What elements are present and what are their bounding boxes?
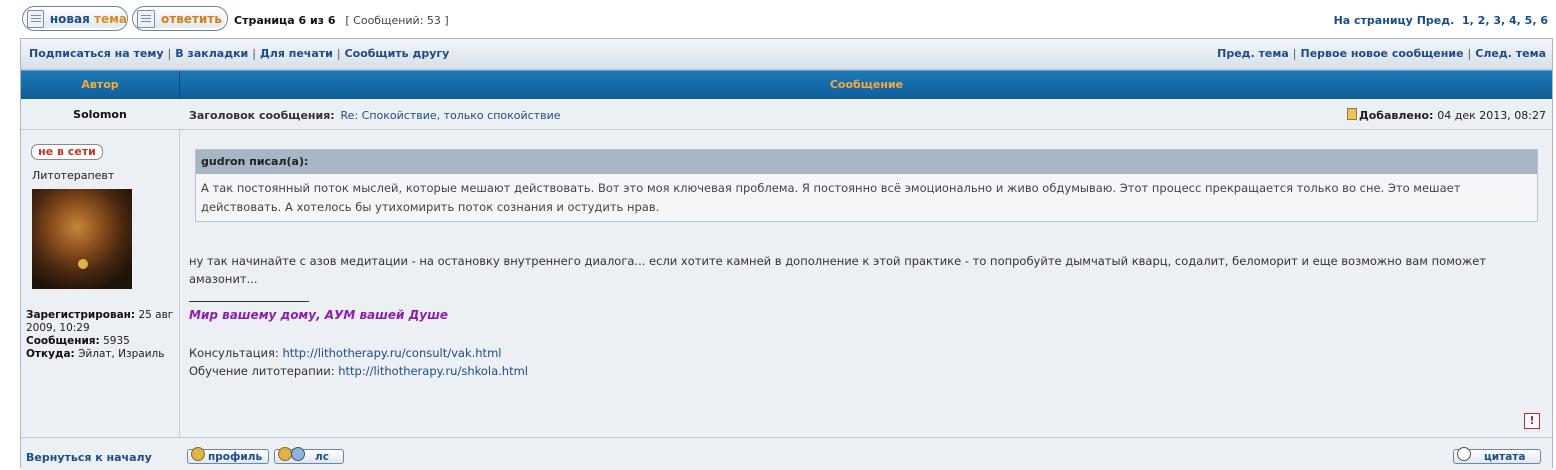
post-text: ну так начинайте с азов медитации - на о… <box>189 254 1487 286</box>
reply-label: ответить <box>161 11 222 26</box>
school-label: Обучение литотерапии: <box>189 364 335 378</box>
table-header: Автор Сообщение <box>21 70 1552 100</box>
first-unread-link[interactable]: Первое новое сообщение <box>1301 47 1464 60</box>
subscribe-link[interactable]: Подписаться на тему <box>29 47 164 60</box>
new-topic-label-2: тема <box>94 11 127 26</box>
author-column-header: Автор <box>81 78 119 91</box>
consult-link[interactable]: http://lithotherapy.ru/consult/vak.html <box>282 346 501 360</box>
school-link[interactable]: http://lithotherapy.ru/shkola.html <box>338 364 528 378</box>
back-to-top-link[interactable]: Вернуться к началу <box>26 451 152 464</box>
consult-label: Консультация: <box>189 346 279 360</box>
signature-divider <box>189 301 309 302</box>
quote-text: А так постоянный поток мыслей, которые м… <box>201 181 1461 214</box>
message-column-header: Сообщение <box>829 78 904 91</box>
subject-link[interactable]: Re: Спокойствие, только спокойствие <box>341 109 561 122</box>
subject-label: Заголовок сообщения: <box>189 109 335 122</box>
author-name: Solomon <box>73 108 127 121</box>
page-link-5[interactable]: 5 <box>1525 14 1533 27</box>
profile-button[interactable]: профиль <box>187 447 269 464</box>
post-header-row: Solomon Заголовок сообщения: Re: Спокойс… <box>21 99 1552 130</box>
post-date: Добавлено: 04 дек 2013, 08:27 <box>1346 108 1546 122</box>
user-icon <box>278 447 292 461</box>
page-link-1[interactable]: 1 <box>1462 14 1470 27</box>
from-label: Откуда: <box>26 348 75 360</box>
pm-button[interactable]: лс <box>274 447 344 464</box>
topic-links-left: Подписаться на тему | В закладки | Для печат… <box>29 47 450 60</box>
page-info: Страница 6 из 6 [ Сообщений: 53 ] <box>234 14 449 27</box>
quote-block: gudron писал(а): А так постоянный поток … <box>195 149 1538 222</box>
signature-motto: Мир вашему дому, АУМ вашей Душе <box>189 308 449 322</box>
document-icon <box>137 9 155 28</box>
topic-links-right: Пред. тема | Первое новое сообщение | След. … <box>1217 47 1546 60</box>
profile-label: профиль <box>208 451 263 463</box>
bookmark-link[interactable]: В закладки <box>175 47 248 60</box>
new-topic-button[interactable]: новая тема <box>22 6 128 31</box>
quote-label: цитата <box>1484 451 1526 463</box>
topic-table: Подписаться на тему | В закладки | Для печат… <box>20 38 1553 470</box>
from-value: Эйлат, Израиль <box>78 348 165 360</box>
users-icon <box>291 447 305 461</box>
posted-value: 04 дек 2013, 08:27 <box>1437 109 1546 122</box>
page-current-6: 6 <box>1540 14 1548 27</box>
page-link-4[interactable]: 4 <box>1509 14 1517 27</box>
page-info-text: Страница 6 из 6 <box>234 14 336 27</box>
email-friend-link[interactable]: Сообщить другу <box>345 47 450 60</box>
reply-button[interactable]: ответить <box>132 6 228 31</box>
messages-count: [ Сообщений: 53 ] <box>345 14 449 27</box>
registered-label: Зарегистрирован: <box>26 309 136 321</box>
messages-label: Сообщения: <box>26 335 100 347</box>
to-page-label: На страницу <box>1333 14 1413 27</box>
quote-button[interactable]: цитата <box>1453 447 1541 464</box>
topic-links-bar: Подписаться на тему | В закладки | Для печат… <box>21 39 1552 70</box>
post-footer-row: Вернуться к началу профиль лс цитата <box>21 437 1552 470</box>
user-icon <box>191 447 205 461</box>
next-topic-link[interactable]: След. тема <box>1475 47 1546 60</box>
signature-links: Консультация: http://lithotherapy.ru/con… <box>189 344 528 380</box>
prev-topic-link[interactable]: Пред. тема <box>1217 47 1289 60</box>
post-icon[interactable] <box>1346 108 1357 120</box>
pagination: На страницу Пред. 1, 2, 3, 4, 5, 6 <box>1333 14 1548 27</box>
quote-author: gudron писал(а): <box>196 150 1537 174</box>
page-link-2[interactable]: 2 <box>1478 14 1486 27</box>
header-divider <box>179 71 180 99</box>
speech-bubble-icon <box>1457 447 1471 461</box>
post-subject: Заголовок сообщения: Re: Спокойствие, то… <box>189 109 561 122</box>
print-link[interactable]: Для печати <box>260 47 333 60</box>
messages-value: 5935 <box>103 335 130 347</box>
document-icon <box>27 9 44 28</box>
new-topic-label-1: новая <box>49 11 90 26</box>
column-divider <box>179 99 180 467</box>
report-post-button[interactable]: ! <box>1524 413 1540 429</box>
author-details: Зарегистрирован: 25 авг 2009, 10:29 Сооб… <box>26 309 176 361</box>
status-badge: не в сети <box>31 144 103 160</box>
author-rank: Литотерапевт <box>32 169 115 182</box>
prev-page-link[interactable]: Пред. <box>1417 14 1455 27</box>
posted-label: Добавлено: <box>1358 109 1434 122</box>
page-link-3[interactable]: 3 <box>1493 14 1501 27</box>
top-toolbar: новая тема ответить Страница 6 из 6 [ Со… <box>22 6 1548 34</box>
pm-label: лс <box>315 451 329 463</box>
avatar <box>32 189 132 289</box>
